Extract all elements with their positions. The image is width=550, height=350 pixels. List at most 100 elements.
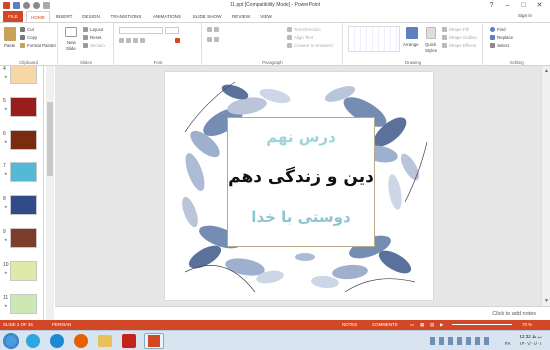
tab-slide-show[interactable]: SLIDE SHOW (188, 11, 226, 22)
tab-review[interactable]: REVIEW (228, 11, 254, 22)
font-group: Font (115, 23, 202, 66)
slide-sorter-icon[interactable]: ▦ (420, 322, 424, 328)
file-explorer-icon[interactable] (98, 335, 112, 347)
minimize-button[interactable]: – (500, 0, 515, 11)
italic-icon[interactable] (126, 38, 131, 43)
replace-button[interactable]: Replace (497, 35, 513, 40)
new-slide-icon[interactable] (65, 27, 77, 37)
tab-animations[interactable]: ANIMATIONS (148, 11, 186, 22)
underline-icon[interactable] (133, 38, 138, 43)
normal-view-icon[interactable]: ▭ (410, 322, 414, 328)
slide-thumbnail[interactable] (10, 130, 37, 150)
shape-outline-button[interactable]: Shape Outline (449, 35, 477, 40)
acrobat-icon[interactable] (122, 334, 136, 348)
section-button[interactable]: Section (90, 43, 105, 48)
slide-thumbnail[interactable] (10, 66, 37, 84)
numbering-icon[interactable] (214, 27, 219, 32)
title-frame[interactable]: درس نهم دین و زندگی دهم دوستی با خدا (227, 117, 375, 247)
slide-canvas[interactable]: درس نهم دین و زندگی دهم دوستی با خدا (165, 72, 433, 300)
slide-title-line-1[interactable]: درس نهم (228, 128, 374, 146)
format-painter-button[interactable]: Format Painter (27, 43, 56, 48)
tab-design[interactable]: DESIGN (78, 11, 104, 22)
scroll-up-icon[interactable]: ▲ (544, 68, 549, 74)
restore-button[interactable]: □ (516, 0, 531, 11)
arrange-button[interactable]: Arrange (403, 42, 419, 47)
help-button[interactable]: ? (484, 0, 499, 11)
clock[interactable]: 12:32 ب.ظ ۱۴۰۱/۰۱/۰۱ (519, 333, 542, 347)
tab-file[interactable]: FILE (3, 11, 23, 22)
editing-group-label: Editing (510, 60, 524, 65)
telegram-icon[interactable] (26, 334, 40, 348)
tab-home[interactable]: HOME (26, 11, 50, 22)
align-left-icon[interactable] (207, 37, 212, 42)
tab-transitions[interactable]: TRANSITIONS (106, 11, 146, 22)
slide-thumbnail[interactable] (10, 162, 37, 182)
select-button[interactable]: Select (497, 43, 509, 48)
powerpoint-taskbar-button[interactable] (144, 333, 164, 349)
sign-in-link[interactable]: Sign in (518, 13, 532, 18)
slide-thumbnail[interactable] (10, 228, 37, 248)
notes-placeholder[interactable]: Click to add notes (492, 311, 536, 317)
close-button[interactable]: ✕ (532, 0, 547, 11)
align-text-button[interactable]: Align Text (294, 35, 313, 40)
font-size-select[interactable] (165, 27, 179, 34)
tray-icons[interactable] (430, 337, 490, 345)
thumbnail-scrollbar-thumb[interactable] (47, 102, 53, 176)
reset-button[interactable]: Reset (90, 35, 101, 40)
font-color-icon[interactable] (175, 38, 180, 43)
quick-styles-icon[interactable] (426, 27, 436, 39)
zoom-slider[interactable] (452, 324, 512, 325)
slide-thumbnail[interactable] (10, 195, 37, 215)
paragraph-group: Text Direction Align Text Convert to Sma… (203, 23, 343, 66)
thumbnail-scrollbar[interactable] (46, 66, 54, 320)
tab-view[interactable]: VIEW (256, 11, 276, 22)
tab-insert[interactable]: INSERT (52, 11, 76, 22)
reading-view-icon[interactable]: ▤ (430, 322, 434, 328)
shape-effects-icon (442, 43, 447, 48)
quick-styles-button-line2[interactable]: Styles (425, 48, 437, 53)
notes-pane[interactable]: Click to add notes (55, 306, 550, 320)
comments-toggle[interactable]: COMMENTS (372, 322, 398, 327)
slide-title-line-2[interactable]: دین و زندگی دهم (228, 167, 374, 187)
arrange-icon[interactable] (406, 27, 418, 39)
shapes-gallery[interactable] (348, 26, 400, 52)
powerpoint-taskbar-icon (148, 335, 160, 347)
text-direction-button[interactable]: Text Direction (294, 27, 321, 32)
zoom-level[interactable]: 70 % (522, 322, 532, 327)
animation-star-icon: ★ (4, 106, 8, 111)
editing-group: Find Replace Select Editing (484, 23, 550, 66)
scroll-down-icon[interactable]: ▼ (544, 298, 549, 304)
bold-icon[interactable] (119, 38, 124, 43)
shape-fill-button[interactable]: Shape Fill (449, 27, 469, 32)
strikethrough-icon[interactable] (140, 38, 145, 43)
find-button[interactable]: Find (497, 27, 506, 32)
bullets-icon[interactable] (207, 27, 212, 32)
keyboard-language[interactable]: FA (505, 341, 510, 346)
animation-star-icon: ★ (4, 270, 8, 275)
language-indicator[interactable]: PERSIAN (52, 322, 71, 327)
slide-thumbnail[interactable] (10, 294, 37, 314)
slide-title-line-3[interactable]: دوستی با خدا (228, 208, 374, 226)
internet-explorer-icon[interactable] (50, 334, 64, 348)
slide-thumbnail[interactable] (10, 261, 37, 281)
slide-thumbnail[interactable] (10, 97, 37, 117)
paste-icon[interactable] (4, 27, 16, 41)
slideshow-view-icon[interactable]: ▶ (440, 322, 443, 328)
cut-button[interactable]: Cut (27, 27, 34, 32)
firefox-icon[interactable] (74, 334, 88, 348)
quick-styles-button[interactable]: Quick (425, 42, 436, 47)
new-slide-button[interactable]: New (67, 40, 76, 45)
new-slide-button-line2[interactable]: Slide (66, 46, 76, 51)
notes-toggle[interactable]: NOTES (342, 322, 357, 327)
layout-button[interactable]: Layout (90, 27, 103, 32)
convert-smartart-button[interactable]: Convert to SmartArt (294, 43, 333, 48)
start-button-icon[interactable] (3, 333, 19, 349)
thumbnail-number: 10 (3, 262, 9, 268)
shape-effects-button[interactable]: Shape Effects (449, 43, 476, 48)
paste-button[interactable]: Paste (4, 43, 15, 48)
align-center-icon[interactable] (214, 37, 219, 42)
format-painter-icon (20, 43, 25, 48)
slide-scrollbar[interactable]: ▲ ▼ (541, 66, 550, 306)
copy-button[interactable]: Copy (27, 35, 37, 40)
font-name-select[interactable] (119, 27, 163, 34)
